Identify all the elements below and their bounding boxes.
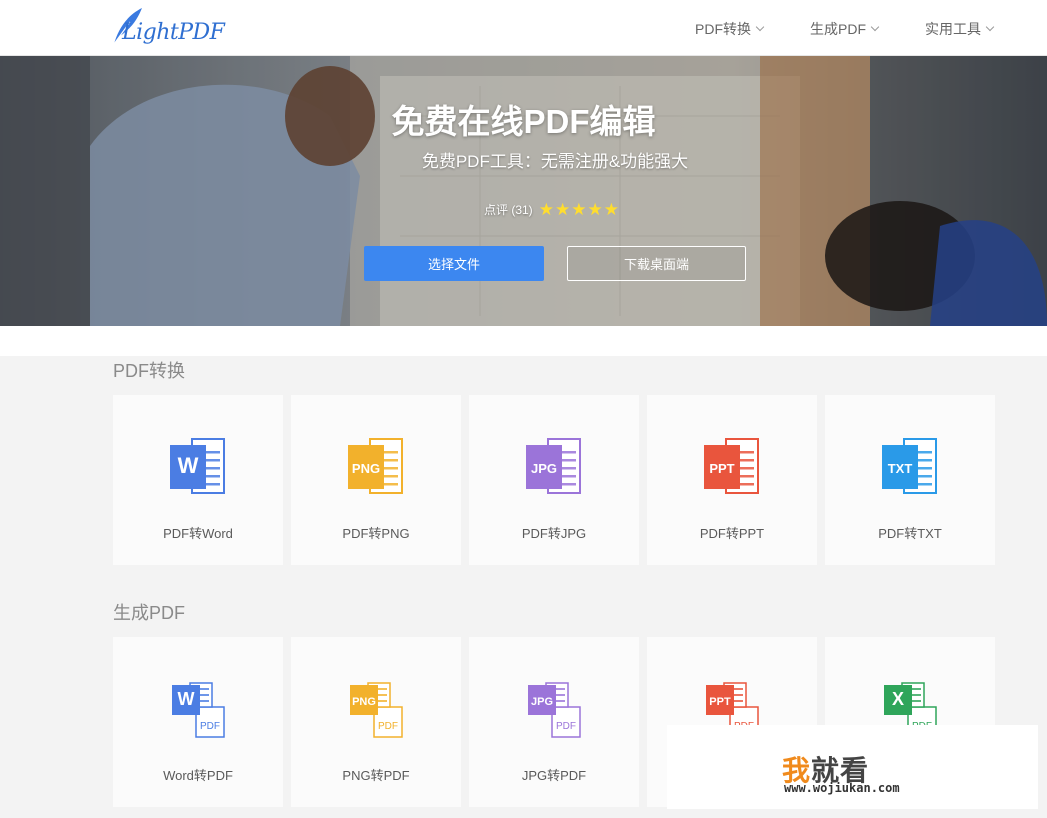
icon-badge-text: PNG bbox=[352, 461, 380, 476]
ppt-icon: PPT bbox=[702, 437, 762, 497]
tool-card-label: PDF转JPG bbox=[521, 526, 587, 541]
tool-card[interactable]: W PDF转Word bbox=[113, 395, 283, 565]
star-icon: ★ bbox=[587, 200, 603, 219]
star-icon: ★ bbox=[554, 200, 571, 219]
rating: 点评 (31) ★ ★ ★ ★ ★ bbox=[484, 201, 620, 218]
jpg-icon: JPG bbox=[524, 437, 584, 497]
txt-icon: TXT bbox=[880, 437, 940, 497]
nav-create-pdf[interactable]: 生成PDF bbox=[810, 19, 880, 39]
icon-badge-text: PPT bbox=[709, 696, 731, 708]
nav-tools[interactable]: 实用工具 bbox=[925, 19, 995, 39]
icon-badge-text: PPT bbox=[709, 461, 734, 476]
logo-text: LightPDF bbox=[122, 20, 225, 45]
tool-card[interactable]: JPG PDF JPG转PDF bbox=[469, 637, 639, 807]
tool-card-label: JPG转PDF bbox=[521, 768, 587, 783]
tool-card-label: PDF转Word bbox=[163, 526, 233, 541]
star-icon: ★ bbox=[571, 200, 587, 219]
nav-pdf-convert[interactable]: PDF转换 bbox=[695, 19, 765, 39]
chevron-down-icon bbox=[985, 22, 995, 32]
tool-card[interactable]: TXT PDF转TXT bbox=[825, 395, 995, 565]
rating-count: 点评 (31) bbox=[484, 203, 533, 217]
chevron-down-icon bbox=[870, 22, 880, 32]
hero-subtitle: 免费PDF工具：无需注册&功能强大 bbox=[421, 152, 689, 171]
tool-card[interactable]: PNG PDF PNG转PDF bbox=[291, 637, 461, 807]
tool-card-label: Word转PDF bbox=[163, 768, 233, 783]
jpg-to-pdf-icon: JPG PDF bbox=[524, 679, 584, 739]
choose-file-button[interactable]: 选择文件 bbox=[364, 246, 544, 281]
tool-card[interactable]: PPT PDF转PPT bbox=[647, 395, 817, 565]
top-header: LightPDF PDF转换 生成PDF 实用工具 bbox=[0, 0, 1047, 56]
nav-create-pdf-label: 生成PDF bbox=[810, 21, 866, 37]
icon-badge-text: JPG bbox=[531, 696, 553, 708]
icon-badge-text: W bbox=[178, 453, 199, 478]
png-to-pdf-icon: PNG PDF bbox=[346, 679, 406, 739]
pdf-badge-text: PDF bbox=[378, 721, 398, 732]
icon-badge-text: TXT bbox=[888, 461, 913, 476]
word-icon: W bbox=[168, 437, 228, 497]
icon-badge-text: X bbox=[892, 689, 904, 709]
nav-pdf-convert-label: PDF转换 bbox=[695, 21, 751, 37]
png-icon: PNG bbox=[346, 437, 406, 497]
pdf-badge-text: PDF bbox=[556, 721, 576, 732]
watermark-url: www.wojiukan.com bbox=[784, 781, 900, 795]
tool-card-label: PDF转TXT bbox=[878, 526, 942, 541]
download-desktop-button[interactable]: 下载桌面端 bbox=[567, 246, 746, 281]
tool-card-label: PDF转PPT bbox=[699, 526, 765, 541]
icon-badge-text: JPG bbox=[531, 461, 557, 476]
tool-card[interactable]: PNG PDF转PNG bbox=[291, 395, 461, 565]
icon-badge-text: PNG bbox=[352, 696, 376, 708]
tool-card-label: PNG转PDF bbox=[342, 768, 410, 783]
rating-stars: ★ ★ ★ ★ ★ bbox=[539, 201, 620, 218]
tool-card[interactable]: W PDF Word转PDF bbox=[113, 637, 283, 807]
lightpdf-logo[interactable]: LightPDF bbox=[108, 6, 225, 50]
pdf-badge-text: PDF bbox=[200, 721, 220, 732]
word-to-pdf-icon: W PDF bbox=[168, 679, 228, 739]
icon-badge-text: W bbox=[178, 689, 195, 709]
chevron-down-icon bbox=[755, 22, 765, 32]
star-icon: ★ bbox=[538, 200, 554, 219]
site-watermark: 我就看 www.wojiukan.com bbox=[667, 725, 1038, 809]
section-divider bbox=[0, 326, 1047, 356]
section-title-create-pdf: 生成PDF bbox=[113, 603, 185, 623]
nav-tools-label: 实用工具 bbox=[925, 21, 981, 37]
tool-card-label: PDF转PNG bbox=[342, 526, 410, 541]
tool-card[interactable]: JPG PDF转JPG bbox=[469, 395, 639, 565]
hero-banner: 免费在线PDF编辑 免费PDF工具：无需注册&功能强大 点评 (31) ★ ★ … bbox=[0, 56, 1047, 326]
star-icon: ★ bbox=[603, 200, 619, 219]
hero-title: 免费在线PDF编辑 bbox=[391, 103, 656, 140]
section-title-pdf-convert: PDF转换 bbox=[113, 361, 185, 381]
